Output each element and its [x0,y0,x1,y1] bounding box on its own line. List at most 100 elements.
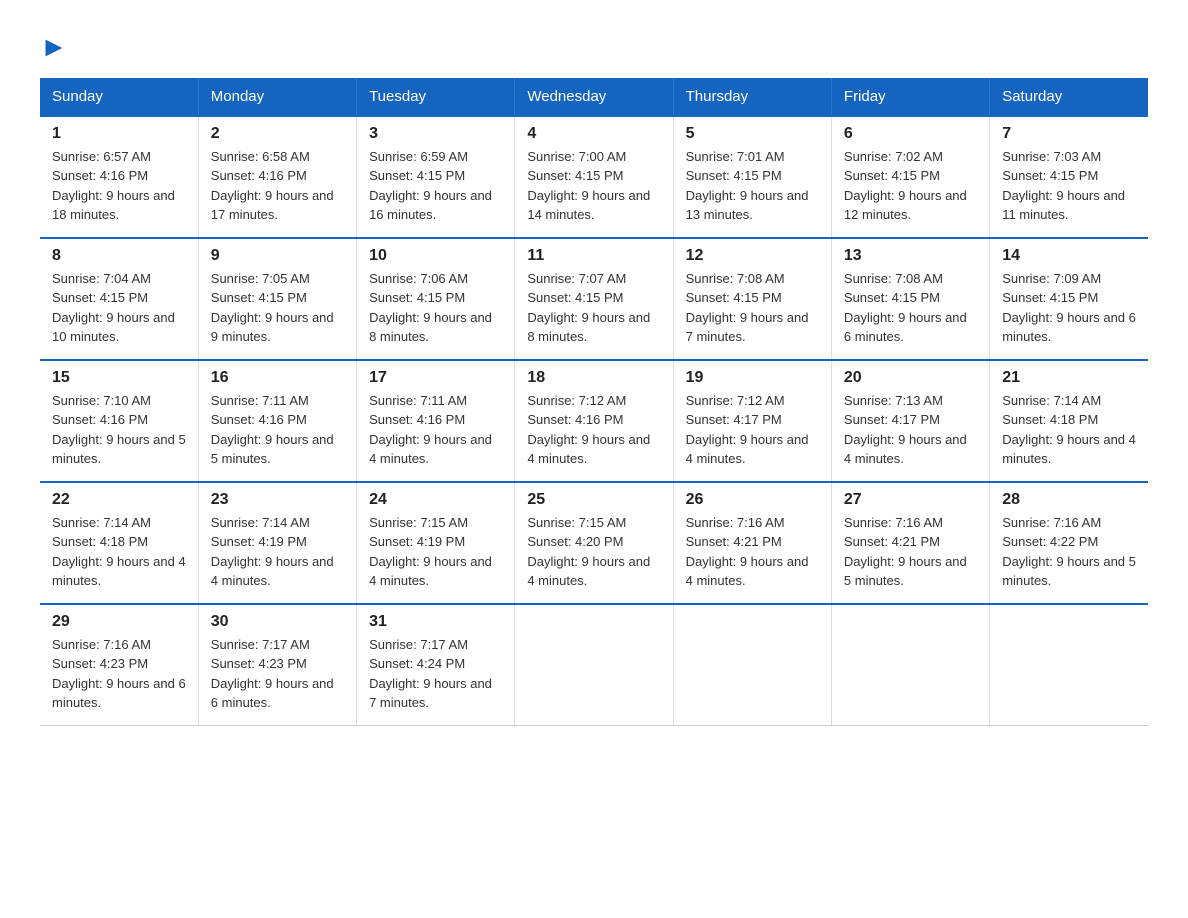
calendar-body: 1 Sunrise: 6:57 AM Sunset: 4:16 PM Dayli… [40,116,1148,726]
day-info: Sunrise: 7:08 AM Sunset: 4:15 PM Dayligh… [686,269,819,347]
calendar-cell: 20 Sunrise: 7:13 AM Sunset: 4:17 PM Dayl… [831,360,989,482]
day-number: 9 [211,247,344,265]
day-number: 10 [369,247,502,265]
day-info: Sunrise: 7:01 AM Sunset: 4:15 PM Dayligh… [686,147,819,225]
header-day-saturday: Saturday [990,78,1148,116]
day-info: Sunrise: 7:04 AM Sunset: 4:15 PM Dayligh… [52,269,186,347]
day-number: 19 [686,369,819,387]
calendar-cell: 6 Sunrise: 7:02 AM Sunset: 4:15 PM Dayli… [831,116,989,238]
day-number: 7 [1002,125,1136,143]
day-number: 16 [211,369,344,387]
header-day-thursday: Thursday [673,78,831,116]
calendar-cell: 12 Sunrise: 7:08 AM Sunset: 4:15 PM Dayl… [673,238,831,360]
day-info: Sunrise: 7:16 AM Sunset: 4:21 PM Dayligh… [844,513,977,591]
day-number: 2 [211,125,344,143]
calendar-cell: 27 Sunrise: 7:16 AM Sunset: 4:21 PM Dayl… [831,482,989,604]
day-info: Sunrise: 7:15 AM Sunset: 4:20 PM Dayligh… [527,513,660,591]
calendar-cell: 23 Sunrise: 7:14 AM Sunset: 4:19 PM Dayl… [198,482,356,604]
header-day-monday: Monday [198,78,356,116]
week-row-5: 29 Sunrise: 7:16 AM Sunset: 4:23 PM Dayl… [40,604,1148,726]
calendar-cell: 21 Sunrise: 7:14 AM Sunset: 4:18 PM Dayl… [990,360,1148,482]
day-info: Sunrise: 7:11 AM Sunset: 4:16 PM Dayligh… [369,391,502,469]
day-number: 13 [844,247,977,265]
calendar-cell: 1 Sunrise: 6:57 AM Sunset: 4:16 PM Dayli… [40,116,198,238]
calendar-cell: 4 Sunrise: 7:00 AM Sunset: 4:15 PM Dayli… [515,116,673,238]
day-number: 14 [1002,247,1136,265]
day-number: 24 [369,491,502,509]
day-number: 27 [844,491,977,509]
calendar-cell: 26 Sunrise: 7:16 AM Sunset: 4:21 PM Dayl… [673,482,831,604]
calendar-header: SundayMondayTuesdayWednesdayThursdayFrid… [40,78,1148,116]
day-info: Sunrise: 7:17 AM Sunset: 4:23 PM Dayligh… [211,635,344,713]
day-info: Sunrise: 7:03 AM Sunset: 4:15 PM Dayligh… [1002,147,1136,225]
day-number: 18 [527,369,660,387]
week-row-4: 22 Sunrise: 7:14 AM Sunset: 4:18 PM Dayl… [40,482,1148,604]
calendar-cell: 8 Sunrise: 7:04 AM Sunset: 4:15 PM Dayli… [40,238,198,360]
calendar-cell: 30 Sunrise: 7:17 AM Sunset: 4:23 PM Dayl… [198,604,356,726]
day-number: 25 [527,491,660,509]
day-info: Sunrise: 7:07 AM Sunset: 4:15 PM Dayligh… [527,269,660,347]
calendar-cell: 22 Sunrise: 7:14 AM Sunset: 4:18 PM Dayl… [40,482,198,604]
day-info: Sunrise: 7:08 AM Sunset: 4:15 PM Dayligh… [844,269,977,347]
day-number: 15 [52,369,186,387]
logo: ► [40,30,68,58]
calendar-cell: 25 Sunrise: 7:15 AM Sunset: 4:20 PM Dayl… [515,482,673,604]
day-number: 17 [369,369,502,387]
day-number: 26 [686,491,819,509]
day-number: 31 [369,613,502,631]
day-info: Sunrise: 7:14 AM Sunset: 4:18 PM Dayligh… [1002,391,1136,469]
calendar-cell: 16 Sunrise: 7:11 AM Sunset: 4:16 PM Dayl… [198,360,356,482]
week-row-1: 1 Sunrise: 6:57 AM Sunset: 4:16 PM Dayli… [40,116,1148,238]
day-info: Sunrise: 7:12 AM Sunset: 4:16 PM Dayligh… [527,391,660,469]
calendar-cell: 24 Sunrise: 7:15 AM Sunset: 4:19 PM Dayl… [357,482,515,604]
page-header: ► [40,30,1148,58]
calendar-cell: 18 Sunrise: 7:12 AM Sunset: 4:16 PM Dayl… [515,360,673,482]
calendar-cell [515,604,673,726]
week-row-2: 8 Sunrise: 7:04 AM Sunset: 4:15 PM Dayli… [40,238,1148,360]
day-info: Sunrise: 7:16 AM Sunset: 4:22 PM Dayligh… [1002,513,1136,591]
day-number: 3 [369,125,502,143]
calendar-cell: 2 Sunrise: 6:58 AM Sunset: 4:16 PM Dayli… [198,116,356,238]
calendar-cell [831,604,989,726]
header-day-friday: Friday [831,78,989,116]
day-info: Sunrise: 7:02 AM Sunset: 4:15 PM Dayligh… [844,147,977,225]
day-number: 4 [527,125,660,143]
day-number: 22 [52,491,186,509]
calendar-cell: 15 Sunrise: 7:10 AM Sunset: 4:16 PM Dayl… [40,360,198,482]
day-info: Sunrise: 7:16 AM Sunset: 4:23 PM Dayligh… [52,635,186,713]
day-number: 20 [844,369,977,387]
calendar-cell: 17 Sunrise: 7:11 AM Sunset: 4:16 PM Dayl… [357,360,515,482]
day-info: Sunrise: 6:57 AM Sunset: 4:16 PM Dayligh… [52,147,186,225]
logo-arrow-shape: ► [40,30,68,64]
day-info: Sunrise: 7:10 AM Sunset: 4:16 PM Dayligh… [52,391,186,469]
calendar-cell: 11 Sunrise: 7:07 AM Sunset: 4:15 PM Dayl… [515,238,673,360]
day-info: Sunrise: 7:17 AM Sunset: 4:24 PM Dayligh… [369,635,502,713]
day-info: Sunrise: 7:05 AM Sunset: 4:15 PM Dayligh… [211,269,344,347]
week-row-3: 15 Sunrise: 7:10 AM Sunset: 4:16 PM Dayl… [40,360,1148,482]
calendar-cell: 31 Sunrise: 7:17 AM Sunset: 4:24 PM Dayl… [357,604,515,726]
calendar-table: SundayMondayTuesdayWednesdayThursdayFrid… [40,78,1148,726]
calendar-cell [990,604,1148,726]
calendar-cell: 13 Sunrise: 7:08 AM Sunset: 4:15 PM Dayl… [831,238,989,360]
day-number: 11 [527,247,660,265]
day-number: 28 [1002,491,1136,509]
day-number: 21 [1002,369,1136,387]
day-info: Sunrise: 7:15 AM Sunset: 4:19 PM Dayligh… [369,513,502,591]
calendar-cell: 7 Sunrise: 7:03 AM Sunset: 4:15 PM Dayli… [990,116,1148,238]
calendar-cell: 29 Sunrise: 7:16 AM Sunset: 4:23 PM Dayl… [40,604,198,726]
day-number: 1 [52,125,186,143]
calendar-cell: 10 Sunrise: 7:06 AM Sunset: 4:15 PM Dayl… [357,238,515,360]
day-number: 5 [686,125,819,143]
day-info: Sunrise: 7:00 AM Sunset: 4:15 PM Dayligh… [527,147,660,225]
day-info: Sunrise: 7:16 AM Sunset: 4:21 PM Dayligh… [686,513,819,591]
day-info: Sunrise: 7:14 AM Sunset: 4:18 PM Dayligh… [52,513,186,591]
calendar-cell: 9 Sunrise: 7:05 AM Sunset: 4:15 PM Dayli… [198,238,356,360]
day-info: Sunrise: 6:59 AM Sunset: 4:15 PM Dayligh… [369,147,502,225]
day-number: 29 [52,613,186,631]
day-info: Sunrise: 7:06 AM Sunset: 4:15 PM Dayligh… [369,269,502,347]
calendar-cell [673,604,831,726]
header-row: SundayMondayTuesdayWednesdayThursdayFrid… [40,78,1148,116]
day-info: Sunrise: 6:58 AM Sunset: 4:16 PM Dayligh… [211,147,344,225]
header-day-tuesday: Tuesday [357,78,515,116]
day-number: 23 [211,491,344,509]
